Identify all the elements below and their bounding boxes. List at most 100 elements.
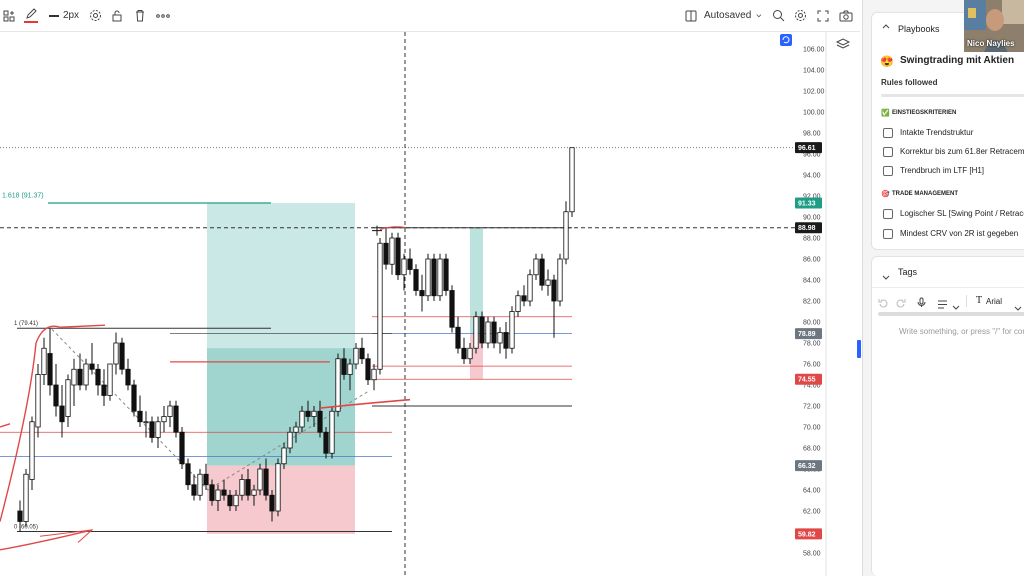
candle-up[interactable] [485,321,491,344]
candle-up[interactable] [353,347,359,365]
candle-down[interactable] [359,347,365,360]
candle-up[interactable] [473,316,479,349]
candle-down[interactable] [539,258,545,286]
checkbox-rule-4[interactable] [883,209,893,219]
font-select-value[interactable]: Arial [986,297,1002,306]
text-format-icon[interactable]: T [976,295,982,306]
tags-chevron-down-icon[interactable] [882,268,890,286]
candle-up[interactable] [293,426,299,433]
candle-down[interactable] [491,321,497,344]
candle-up[interactable] [215,489,221,501]
more-icon[interactable] [155,4,171,28]
candle-up[interactable] [281,447,287,465]
candle-down[interactable] [77,368,83,386]
lock-icon[interactable] [110,4,124,28]
candle-down[interactable] [455,326,461,349]
candle-down[interactable] [383,242,389,265]
candle-down[interactable] [449,290,455,328]
candle-down[interactable] [317,410,323,433]
trash-icon[interactable] [133,4,147,28]
candle-down[interactable] [125,368,131,386]
camera-icon[interactable] [838,4,854,28]
candle-down[interactable] [221,489,227,496]
candle-up[interactable] [107,363,113,396]
candle-up[interactable] [515,295,521,312]
candle-down[interactable] [209,484,215,501]
candle-up[interactable] [23,473,29,522]
pen-color-button[interactable] [22,4,40,28]
candle-down[interactable] [341,358,347,375]
checkbox-rule-2[interactable] [883,147,893,157]
candle-down[interactable] [551,279,557,302]
candle-down[interactable] [395,237,401,276]
candle-up[interactable] [569,147,575,213]
candle-up[interactable] [533,258,539,276]
candle-down[interactable] [173,405,179,433]
candle-up[interactable] [251,489,257,496]
candle-up[interactable] [83,363,89,386]
candle-up[interactable] [239,479,245,496]
candle-down[interactable] [461,347,467,360]
candle-down[interactable] [269,494,275,512]
checkbox-rule-5[interactable] [883,229,893,239]
candle-up[interactable] [389,237,395,265]
candle-up[interactable] [41,347,47,375]
candle-up[interactable] [563,211,569,260]
candle-up[interactable] [65,379,71,417]
zoom-icon[interactable] [771,4,785,28]
candle-down[interactable] [227,494,233,507]
candle-up[interactable] [545,279,551,286]
candle-down[interactable] [365,358,371,381]
candle-up[interactable] [257,468,263,491]
candle-down[interactable] [89,363,95,370]
candle-up[interactable] [29,421,35,480]
checkbox-rule-3[interactable] [883,166,893,176]
editor-toolbar-scrollbar[interactable] [878,312,1024,316]
candle-down[interactable] [323,431,329,454]
candle-down[interactable] [503,332,509,349]
sync-icon[interactable] [780,34,792,46]
candle-down[interactable] [137,410,143,423]
candle-down[interactable] [95,368,101,386]
price-chart[interactable]: 1.618 (91.37) 1 (79.41) 0 (60.05) 106.00 104… [0,32,860,576]
undo-icon[interactable] [878,295,888,313]
candle-down[interactable] [59,405,65,423]
collapse-chevron-icon[interactable] [882,21,890,32]
candle-up[interactable] [437,258,443,297]
candle-up[interactable] [299,410,305,428]
candle-up[interactable] [161,416,167,423]
redo-icon[interactable] [896,295,906,313]
candle-up[interactable] [557,258,563,302]
settings-icon[interactable] [88,4,102,28]
candle-up[interactable] [329,410,335,454]
candle-up[interactable] [311,410,317,417]
drawn-arrow[interactable] [0,529,93,551]
candle-down[interactable] [179,431,185,465]
chart-settings-icon[interactable] [793,4,807,28]
candle-up[interactable] [113,342,119,365]
candle-down[interactable] [407,258,413,270]
candle-up[interactable] [377,242,383,370]
autosave-dropdown[interactable]: Autosaved [704,4,762,28]
add-object-icon[interactable] [2,4,16,28]
candle-down[interactable] [419,290,425,297]
fullscreen-icon[interactable] [816,4,830,28]
candle-up[interactable] [143,421,149,424]
candle-down[interactable] [263,468,269,496]
panel-resize-handle[interactable] [857,340,861,358]
candle-up[interactable] [167,405,173,417]
candle-down[interactable] [185,463,191,486]
candle-up[interactable] [35,374,41,428]
candle-up[interactable] [287,431,293,449]
candle-down[interactable] [47,353,53,386]
candle-down[interactable] [431,258,437,297]
stroke-width-button[interactable]: 2px [46,4,82,28]
candle-down[interactable] [479,316,485,344]
candle-down[interactable] [191,484,197,496]
candle-down[interactable] [203,473,209,486]
candle-up[interactable] [335,358,341,412]
tags-title[interactable]: Tags [898,267,917,277]
candle-up[interactable] [497,332,503,344]
candle-up[interactable] [155,421,161,438]
candle-up[interactable] [401,258,407,276]
